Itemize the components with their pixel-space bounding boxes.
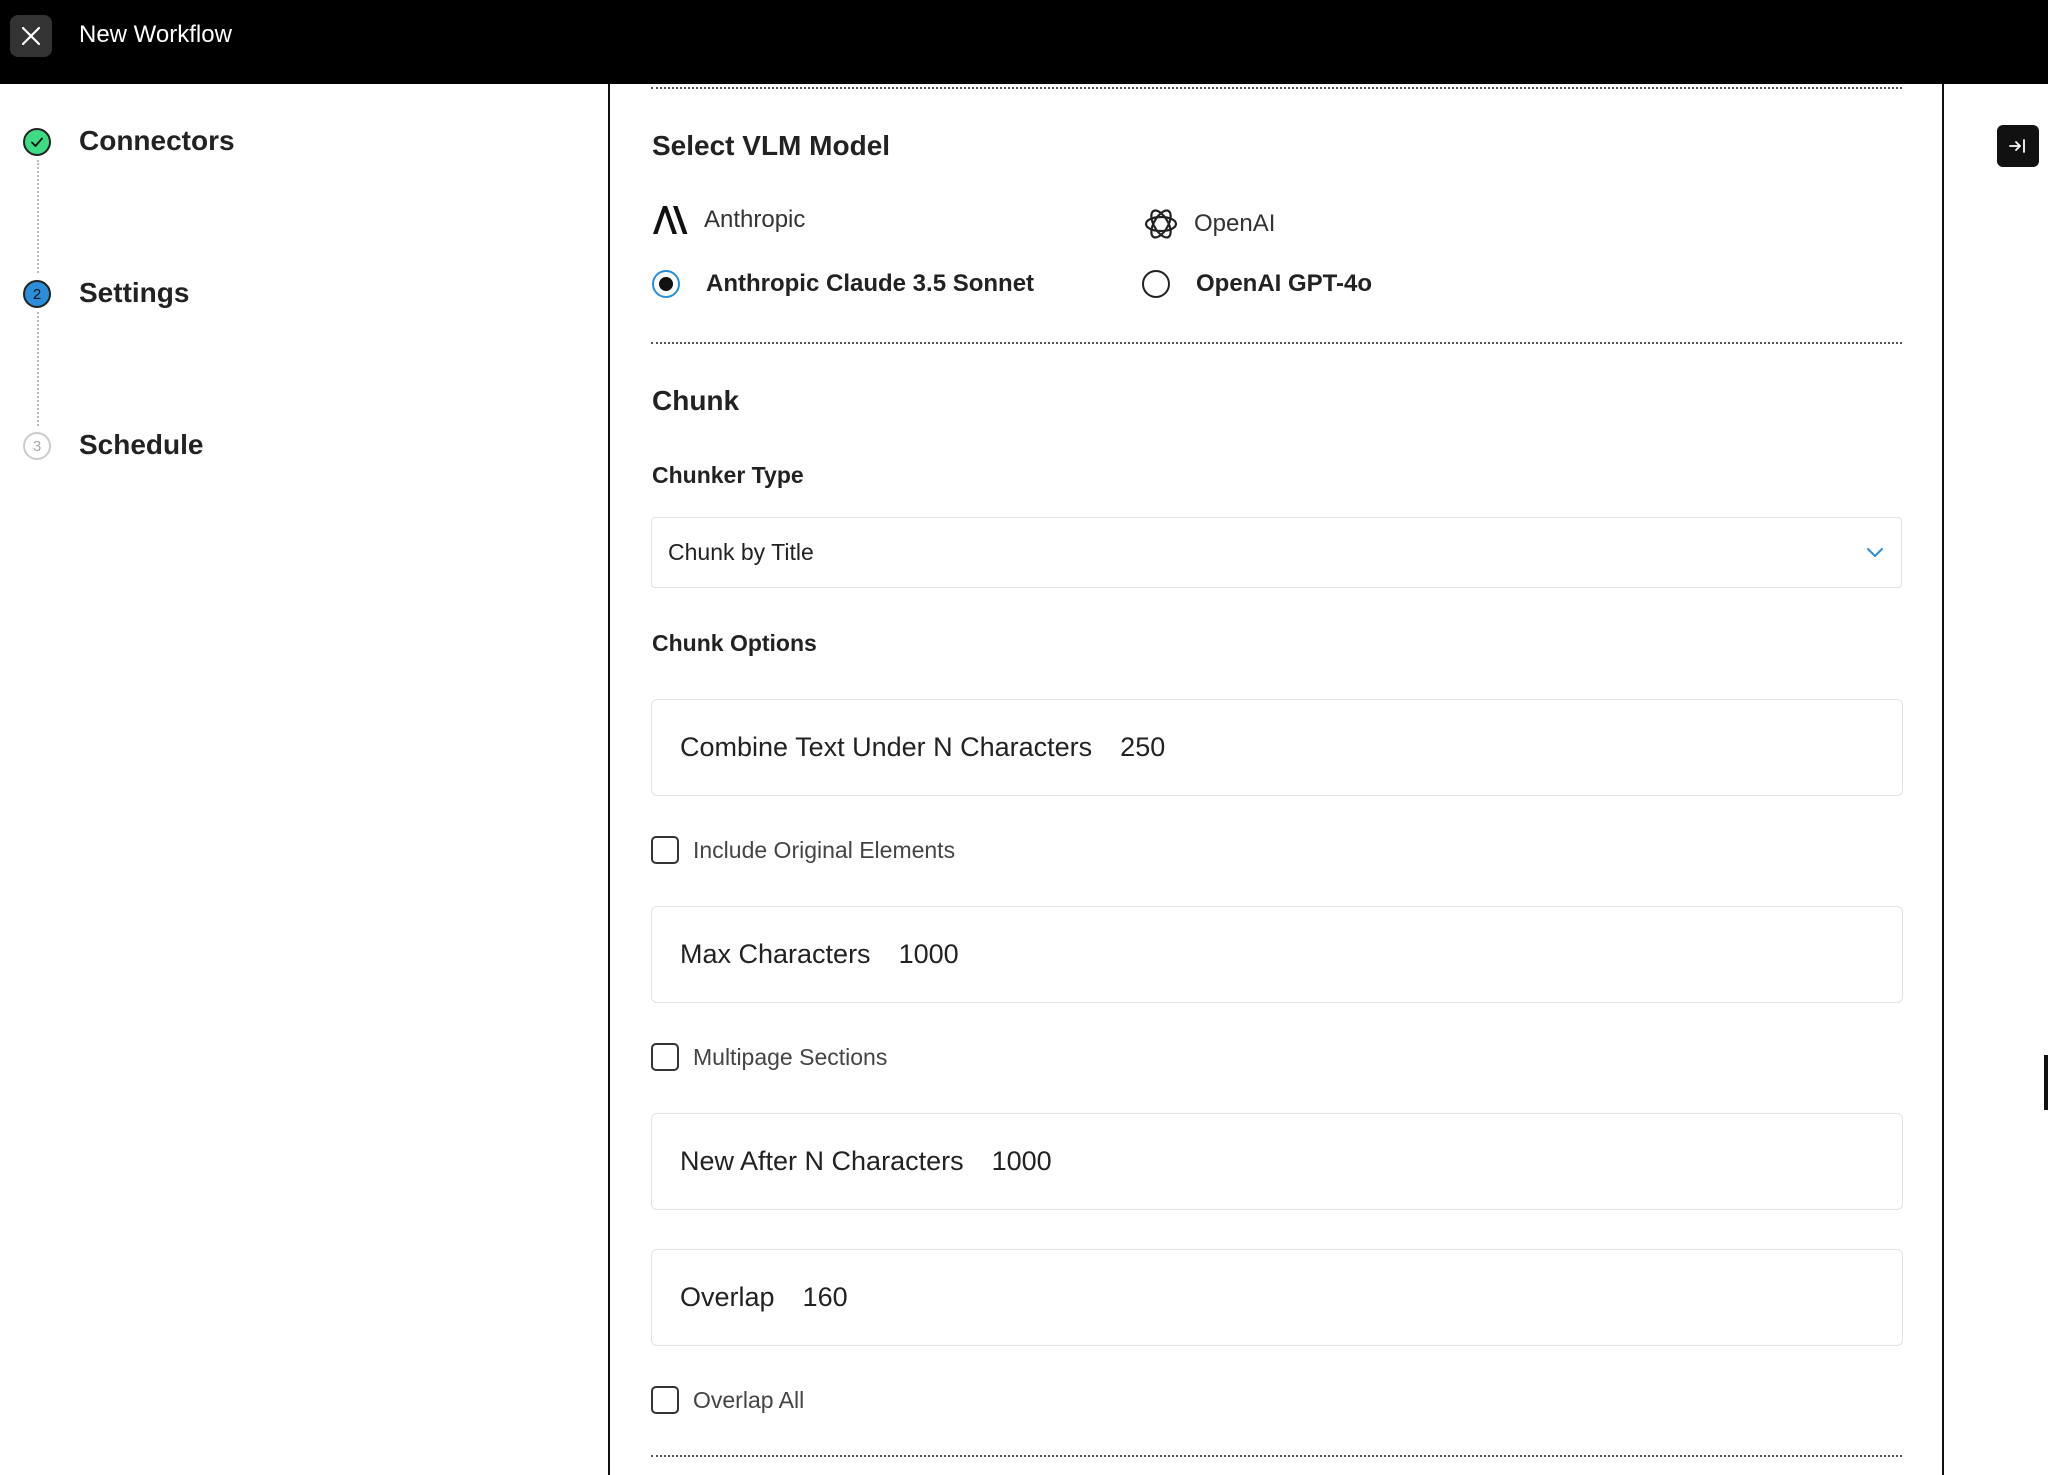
vlm-heading: Select VLM Model bbox=[652, 130, 891, 161]
multipage-sections-checkbox[interactable]: Multipage Sections bbox=[651, 1043, 887, 1071]
checkbox-label: Overlap All bbox=[693, 1386, 805, 1413]
collapse-right-icon bbox=[2009, 139, 2025, 153]
step-label: Schedule bbox=[79, 429, 204, 460]
model-label: OpenAI GPT-4o bbox=[1196, 270, 1373, 297]
provider-openai: OpenAI bbox=[1142, 205, 1275, 243]
step-number-badge: 2 bbox=[23, 280, 51, 308]
checkbox-icon bbox=[651, 1043, 679, 1071]
top-bar: New Workflow bbox=[0, 0, 2048, 84]
window-title: New Workflow bbox=[79, 21, 232, 48]
step-number: 2 bbox=[32, 285, 42, 303]
field-value: 250 bbox=[1120, 732, 1166, 762]
chevron-down-icon bbox=[1867, 548, 1883, 557]
field-label: New After N Characters bbox=[680, 1146, 964, 1176]
divider bbox=[651, 1455, 1902, 1457]
anthropic-logo-icon bbox=[653, 206, 688, 234]
include-original-checkbox[interactable]: Include Original Elements bbox=[651, 836, 955, 864]
chunk-options-label: Chunk Options bbox=[652, 630, 817, 656]
divider bbox=[651, 342, 1902, 344]
checkbox-label: Multipage Sections bbox=[693, 1043, 888, 1070]
checkbox-label: Include Original Elements bbox=[693, 836, 956, 863]
model-label: Anthropic Claude 3.5 Sonnet bbox=[706, 270, 1035, 297]
model-option-claude[interactable]: Anthropic Claude 3.5 Sonnet bbox=[652, 270, 1034, 298]
model-option-gpt4o[interactable]: OpenAI GPT-4o bbox=[1142, 270, 1372, 298]
provider-name: OpenAI bbox=[1194, 210, 1276, 237]
combine-text-field[interactable]: Combine Text Under N Characters 250 bbox=[651, 699, 1903, 796]
checkbox-icon bbox=[651, 836, 679, 864]
collapse-panel-button[interactable] bbox=[1997, 125, 2039, 167]
provider-name: Anthropic bbox=[704, 206, 806, 233]
provider-anthropic: Anthropic bbox=[652, 205, 805, 235]
step-number: 3 bbox=[32, 437, 42, 455]
step-connector-line bbox=[37, 312, 39, 426]
field-label: Overlap bbox=[680, 1282, 775, 1312]
close-icon bbox=[21, 26, 41, 46]
close-button[interactable] bbox=[10, 15, 52, 57]
checkbox-icon bbox=[651, 1386, 679, 1414]
overlap-field[interactable]: Overlap 160 bbox=[651, 1249, 1903, 1346]
divider bbox=[651, 87, 1902, 89]
step-label: Connectors bbox=[79, 125, 235, 156]
max-characters-field[interactable]: Max Characters 1000 bbox=[651, 906, 1903, 1003]
openai-logo-icon bbox=[1144, 209, 1178, 239]
radio-selected-icon bbox=[652, 270, 680, 298]
scrollbar-thumb[interactable] bbox=[2044, 1055, 2048, 1110]
radio-unselected-icon bbox=[1142, 270, 1170, 298]
new-after-field[interactable]: New After N Characters 1000 bbox=[651, 1113, 1903, 1210]
step-label: Settings bbox=[79, 277, 190, 308]
field-label: Max Characters bbox=[680, 939, 871, 969]
field-value: 160 bbox=[802, 1282, 848, 1312]
field-value: 1000 bbox=[991, 1146, 1052, 1176]
chunker-type-select[interactable]: Chunk by Title bbox=[651, 517, 1902, 588]
overlap-all-checkbox[interactable]: Overlap All bbox=[651, 1386, 804, 1414]
chunker-type-value: Chunk by Title bbox=[668, 539, 814, 565]
step-connector-line bbox=[37, 160, 39, 273]
check-circle-icon bbox=[23, 128, 51, 156]
field-label: Combine Text Under N Characters bbox=[680, 732, 1093, 762]
chunker-type-label: Chunker Type bbox=[652, 462, 804, 488]
step-number-badge: 3 bbox=[23, 432, 51, 460]
field-value: 1000 bbox=[898, 939, 959, 969]
chunk-heading: Chunk bbox=[652, 385, 740, 416]
